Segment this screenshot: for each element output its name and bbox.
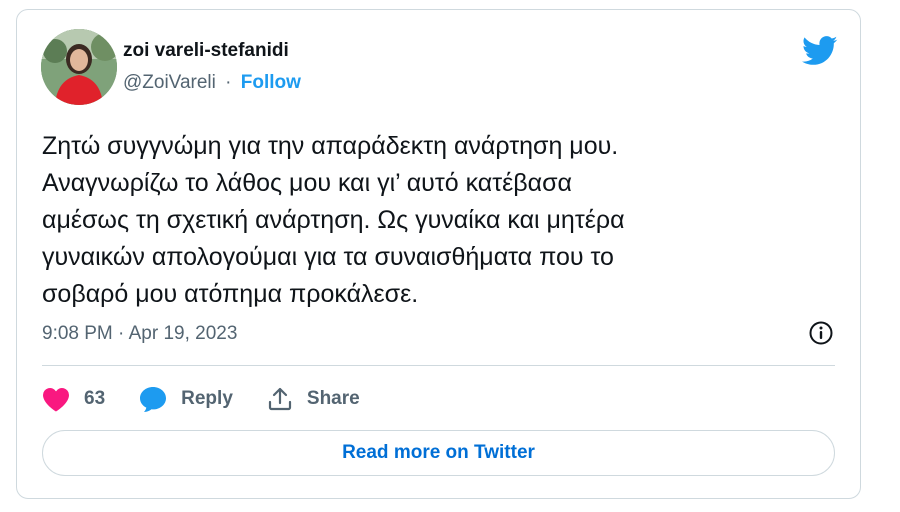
- share-button[interactable]: Share: [267, 386, 360, 412]
- like-count: 63: [84, 388, 106, 409]
- avatar-image: [41, 29, 117, 105]
- separator-dot: ·: [225, 72, 232, 93]
- reply-label: Reply: [181, 388, 233, 409]
- tweet-text: Ζητώ συγγνώμη για την απαράδεκτη ανάρτησ…: [42, 132, 625, 308]
- divider: [42, 365, 835, 366]
- author-display-name[interactable]: zoi vareli-stefanidi: [123, 40, 289, 62]
- read-more-button[interactable]: Read more on Twitter: [42, 430, 835, 476]
- info-icon[interactable]: [808, 320, 834, 346]
- author-handle-row: @ZoiVareli · Follow: [123, 72, 301, 94]
- share-upload-icon: [268, 387, 291, 411]
- twitter-bird-icon[interactable]: [802, 36, 838, 66]
- reply-button[interactable]: Reply: [139, 386, 233, 413]
- follow-button[interactable]: Follow: [241, 72, 301, 93]
- tweet-timestamp[interactable]: 9:08 PM · Apr 19, 2023: [42, 323, 237, 345]
- heart-icon: [43, 387, 69, 411]
- action-bar: 63 Reply Share: [42, 384, 360, 414]
- speech-bubble-icon: [140, 386, 167, 412]
- tweet-embed-card: zoi vareli-stefanidi @ZoiVareli · Follow…: [16, 9, 861, 499]
- like-button[interactable]: 63: [42, 387, 105, 412]
- share-label: Share: [306, 388, 360, 409]
- author-handle[interactable]: @ZoiVareli: [123, 72, 216, 93]
- avatar[interactable]: [41, 29, 117, 105]
